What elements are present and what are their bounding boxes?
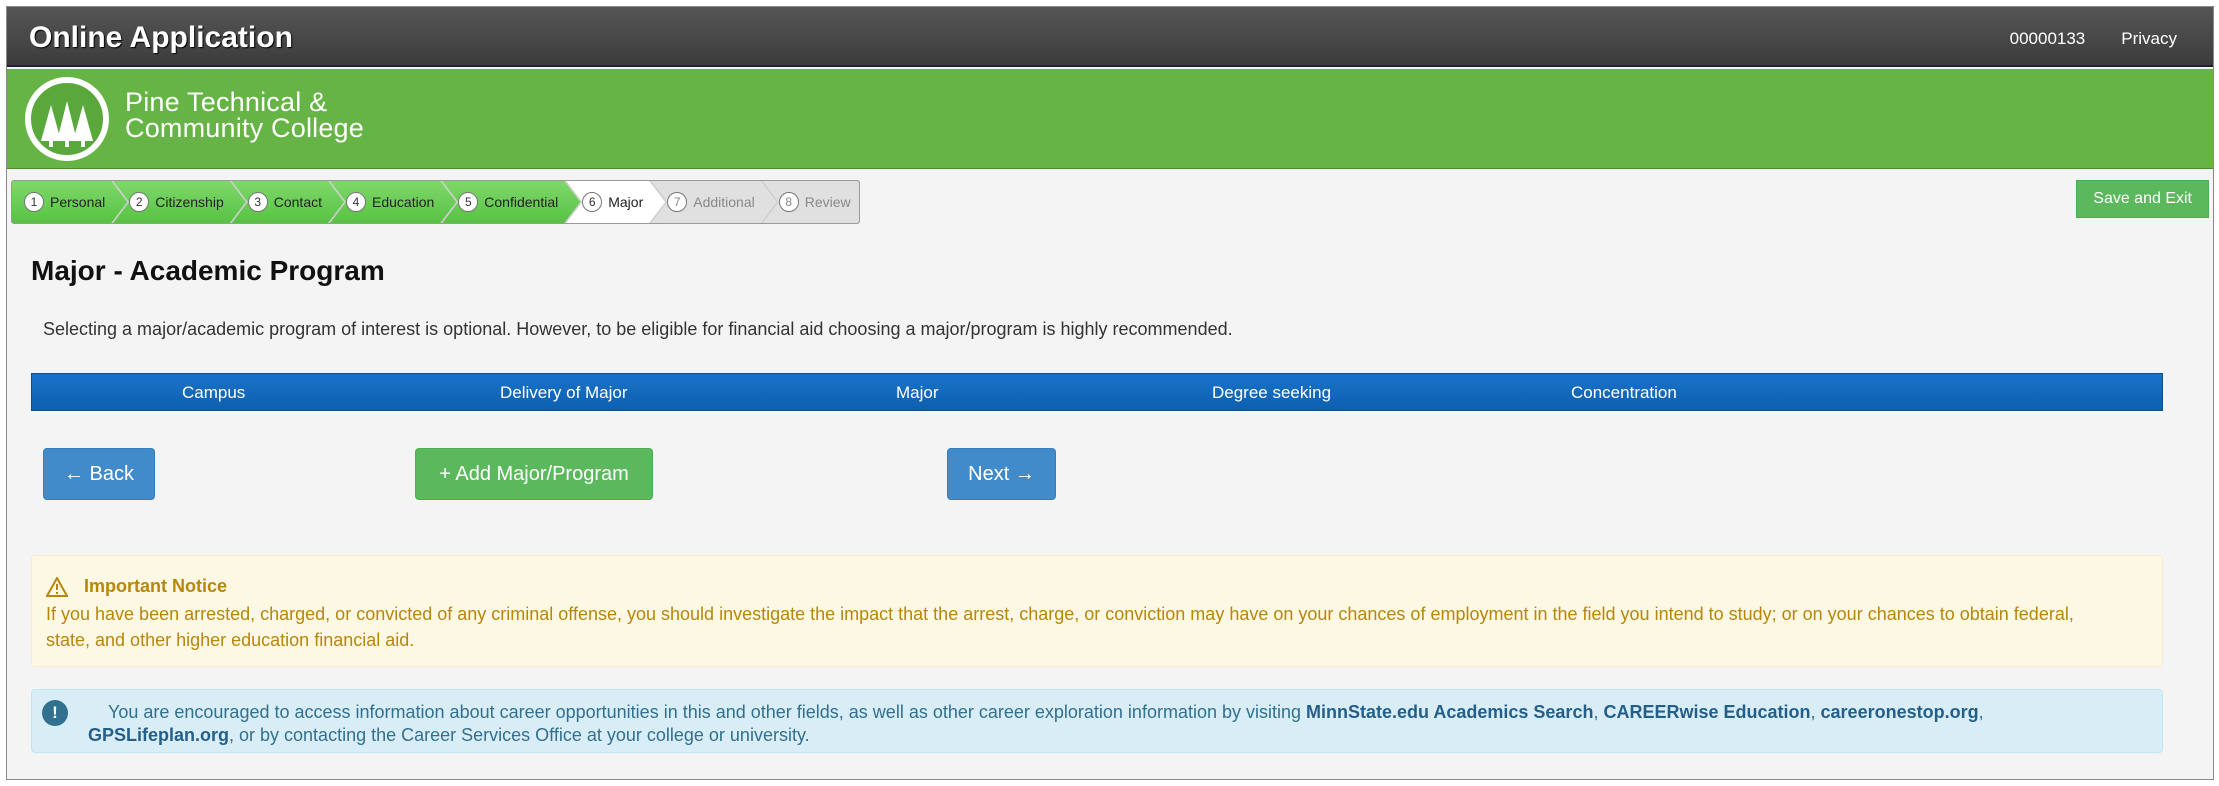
important-notice-alert: Important Notice If you have been arrest… <box>31 555 2163 667</box>
step-label: Contact <box>273 194 322 210</box>
notice-heading: Important Notice <box>84 576 228 596</box>
exclamation-circle-icon: ! <box>42 700 68 726</box>
college-name-line2: Community College <box>125 113 364 143</box>
step-review: 8 Review <box>763 181 860 223</box>
column-header-delivery: Delivery of Major <box>500 383 628 402</box>
step-education[interactable]: 4 Education <box>330 181 456 223</box>
column-header-campus: Campus <box>182 383 246 402</box>
column-header-degree-seeking: Degree seeking <box>1212 383 1332 402</box>
top-bar: Online Application 00000133 Privacy <box>7 7 2213 67</box>
program-table-header: Campus Delivery of Major Major Degree se… <box>31 373 2163 411</box>
column-header-concentration: Concentration <box>1571 383 1677 402</box>
step-label: Additional <box>693 194 755 210</box>
page-title: Major - Academic Program <box>31 255 385 286</box>
pine-trees-logo-icon <box>25 77 109 161</box>
step-number: 3 <box>248 192 268 212</box>
step-confidential[interactable]: 5 Confidential <box>442 181 580 223</box>
step-label: Personal <box>50 194 106 210</box>
step-citizenship[interactable]: 2 Citizenship <box>113 181 245 223</box>
step-label: Major <box>608 194 644 210</box>
step-major[interactable]: 6 Major <box>566 181 665 223</box>
step-number: 8 <box>779 192 799 212</box>
info-separator: , <box>1978 702 1984 722</box>
careerwise-link[interactable]: CAREERwise Education <box>1603 702 1810 722</box>
step-number: 1 <box>24 192 44 212</box>
application-frame: Online Application 00000133 Privacy Pine… <box>6 6 2214 780</box>
step-number: 7 <box>667 192 687 212</box>
info-text-line2: GPSLifeplan.org, or by contacting the Ca… <box>88 725 810 746</box>
step-label: Review <box>804 194 851 210</box>
step-additional: 7 Additional <box>651 181 777 223</box>
info-text-before: You are encouraged to access information… <box>108 702 1307 722</box>
progress-steps: 1 Personal 2 Citizenship 3 Contact 4 Educati… <box>11 180 860 224</box>
info-separator: , <box>1593 702 1604 722</box>
step-number: 5 <box>458 192 478 212</box>
step-label: Education <box>372 194 435 210</box>
step-contact[interactable]: 3 Contact <box>232 181 344 223</box>
warning-triangle-icon <box>46 576 68 597</box>
career-info-alert: ! You are encouraged to access informati… <box>31 689 2163 753</box>
notice-heading-row: Important Notice <box>46 576 227 597</box>
step-number: 2 <box>129 192 149 212</box>
privacy-link[interactable]: Privacy <box>2121 29 2177 49</box>
info-text-after: , or by contacting the Career Services O… <box>229 725 810 745</box>
gpslifeplan-link[interactable]: GPSLifeplan.org <box>88 725 229 745</box>
save-and-exit-button[interactable]: Save and Exit <box>2076 180 2209 218</box>
top-right-links: 00000133 Privacy <box>2010 29 2177 49</box>
step-personal[interactable]: 1 Personal <box>12 181 127 223</box>
info-text: You are encouraged to access information… <box>88 700 2132 725</box>
app-title: Online Application <box>29 21 293 54</box>
column-header-major: Major <box>896 383 939 402</box>
info-separator: , <box>1810 702 1821 722</box>
step-number: 6 <box>582 192 602 212</box>
add-major-program-button[interactable]: + Add Major/Program <box>415 448 653 500</box>
intro-text: Selecting a major/academic program of in… <box>43 319 1233 339</box>
college-name: Pine Technical & Community College <box>125 87 364 143</box>
back-button[interactable]: ← Back <box>43 448 155 500</box>
step-number: 4 <box>346 192 366 212</box>
step-label: Confidential <box>484 194 559 210</box>
careeronestop-link[interactable]: careeronestop.org <box>1821 702 1979 722</box>
application-id: 00000133 <box>2009 29 2086 48</box>
minnstate-academics-link[interactable]: MinnState.edu Academics Search <box>1306 702 1593 722</box>
step-label: Citizenship <box>155 194 224 210</box>
college-banner: Pine Technical & Community College <box>7 69 2213 169</box>
next-button[interactable]: Next → <box>947 448 1056 500</box>
college-name-line1: Pine Technical & <box>125 87 328 117</box>
notice-text: If you have been arrested, charged, or c… <box>46 604 2074 650</box>
